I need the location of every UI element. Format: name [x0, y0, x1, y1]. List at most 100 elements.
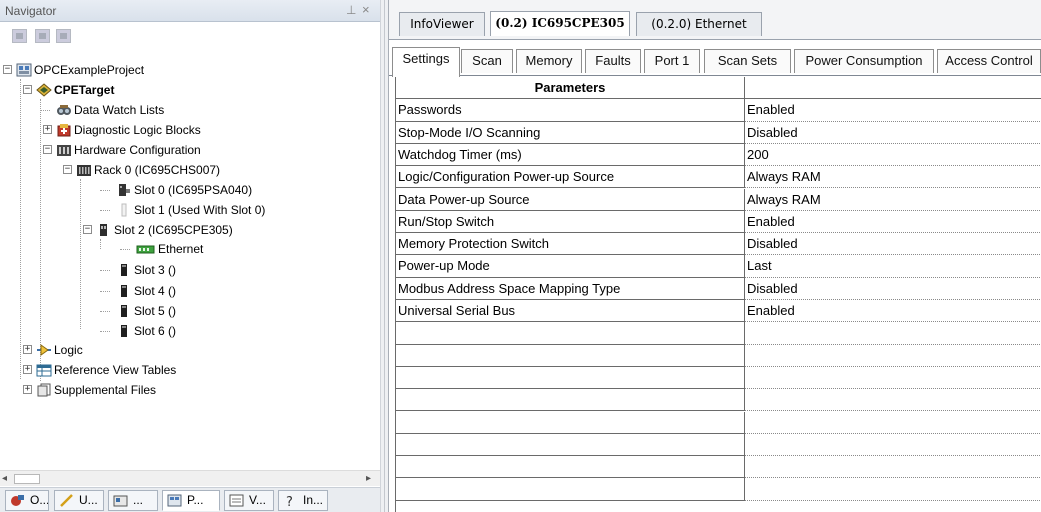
- parameter-value-cell[interactable]: [745, 322, 1041, 345]
- collapse-icon[interactable]: −: [3, 65, 12, 74]
- tab-settings[interactable]: Settings: [392, 47, 460, 77]
- parameters-grid: Parameters Passwords Enabled Stop-Mode I/O …: [395, 77, 1041, 512]
- tab-faults[interactable]: Faults: [585, 49, 641, 73]
- collapse-icon[interactable]: −: [63, 165, 72, 174]
- table-row[interactable]: [396, 322, 1041, 345]
- parameter-value-cell[interactable]: [745, 434, 1041, 457]
- table-row[interactable]: [396, 344, 1041, 367]
- table-row[interactable]: Logic/Configuration Power-up Source Alway…: [396, 166, 1041, 189]
- table-row[interactable]: Watchdog Timer (ms) 200: [396, 143, 1041, 167]
- navigator-tab-label: U...: [79, 493, 98, 507]
- parameter-value-cell[interactable]: Always RAM: [745, 166, 1041, 189]
- table-row[interactable]: [396, 366, 1041, 390]
- parameter-value-cell[interactable]: Always RAM: [745, 189, 1041, 211]
- tree-node-data-watch-lists[interactable]: Data Watch Lists: [0, 100, 380, 120]
- tree-node-rack-0-ic695chs007[interactable]: − Rack 0 (IC695CHS007): [0, 160, 380, 180]
- table-row[interactable]: [396, 433, 1041, 457]
- parameter-value-cell[interactable]: 200: [745, 144, 1041, 167]
- tree-node-supplemental-files[interactable]: + Supplemental Files: [0, 380, 380, 400]
- panel-splitter[interactable]: [380, 0, 389, 512]
- collapse-icon[interactable]: −: [23, 85, 32, 94]
- table-row[interactable]: Power-up Mode Last: [396, 255, 1041, 278]
- tree-node-slot-0-ic695psa040[interactable]: Slot 0 (IC695PSA040): [0, 180, 380, 200]
- navigator-bottom-tabs: O... U...... P... V...? In...: [0, 487, 380, 512]
- list-view-icon[interactable]: [35, 29, 50, 43]
- collapse-icon[interactable]: −: [43, 145, 52, 154]
- tree-node-slot-6[interactable]: Slot 6 (): [0, 321, 380, 341]
- scroll-left-icon[interactable]: ◂: [2, 473, 7, 484]
- pin-icon[interactable]: ⊥: [346, 3, 356, 17]
- tree-node-logic[interactable]: + Logic: [0, 340, 380, 360]
- tab-memory[interactable]: Memory: [516, 49, 582, 73]
- parameter-value-cell[interactable]: [745, 412, 1041, 434]
- expand-icon[interactable]: +: [23, 345, 32, 354]
- parameter-value-cell[interactable]: [745, 345, 1041, 367]
- parameter-value-cell[interactable]: [745, 389, 1041, 412]
- tree-node-diagnostic-logic-blocks[interactable]: + Diagnostic Logic Blocks: [0, 120, 380, 140]
- parameter-value-cell[interactable]: Disabled: [745, 278, 1041, 300]
- parameter-name-cell: [396, 322, 745, 345]
- grid-view-icon[interactable]: [12, 29, 27, 43]
- parameter-value-cell[interactable]: [745, 456, 1041, 479]
- parameter-value-cell[interactable]: Last: [745, 255, 1041, 278]
- parameter-value-cell[interactable]: Enabled: [745, 300, 1041, 323]
- tree-node-slot-5[interactable]: Slot 5 (): [0, 301, 380, 321]
- navigator-tab-label: P...: [187, 493, 204, 507]
- parameter-value-cell[interactable]: [745, 478, 1041, 501]
- tree-node-slot-2-ic695cpe305[interactable]: − Slot 2 (IC695CPE305): [0, 220, 380, 240]
- table-row[interactable]: [396, 389, 1041, 412]
- tree-connector-line: [100, 270, 110, 271]
- navigator-tab-variables[interactable]: V...: [224, 490, 274, 511]
- tree-node-hardware-configuration[interactable]: − Hardware Configuration: [0, 140, 380, 160]
- table-row[interactable]: Data Power-up Source Always RAM: [396, 188, 1041, 211]
- tree-node-slot-1-used-with-slot-0[interactable]: Slot 1 (Used With Slot 0): [0, 200, 380, 220]
- parameter-value-cell[interactable]: Enabled: [745, 99, 1041, 122]
- parameter-value-cell[interactable]: [745, 367, 1041, 390]
- table-row[interactable]: Memory Protection Switch Disabled: [396, 233, 1041, 256]
- collapse-icon[interactable]: −: [83, 225, 92, 234]
- parameter-value-cell[interactable]: Disabled: [745, 233, 1041, 256]
- expand-icon[interactable]: +: [43, 125, 52, 134]
- tab-port-1[interactable]: Port 1: [644, 49, 700, 73]
- parameter-name-cell: Watchdog Timer (ms): [396, 143, 745, 167]
- table-row[interactable]: Universal Serial Bus Enabled: [396, 300, 1041, 323]
- tab-scan-sets[interactable]: Scan Sets: [704, 49, 791, 73]
- expand-icon[interactable]: +: [23, 385, 32, 394]
- tree-node-cpetarget[interactable]: − CPETarget: [0, 80, 380, 100]
- close-icon[interactable]: ×: [362, 2, 370, 17]
- parameter-value-cell[interactable]: Disabled: [745, 122, 1041, 144]
- navigator-tab-info[interactable]: ? In...: [278, 490, 328, 511]
- tab-power-consumption[interactable]: Power Consumption: [794, 49, 934, 73]
- properties-view-icon[interactable]: [56, 29, 71, 43]
- navigator-tab-options[interactable]: O...: [5, 490, 49, 511]
- table-row[interactable]: [396, 456, 1041, 479]
- tree-node-reference-view-tables[interactable]: + Reference View Tables: [0, 360, 380, 380]
- tree-node-slot-3[interactable]: Slot 3 (): [0, 260, 380, 280]
- tree-node-label: OPCExampleProject: [34, 63, 145, 77]
- tab-access-control[interactable]: Access Control: [937, 49, 1041, 73]
- parameter-value-cell[interactable]: Enabled: [745, 211, 1041, 234]
- tree-node-ethernet[interactable]: Ethernet: [0, 239, 380, 259]
- navigator-tab-project-tab[interactable]: P...: [162, 490, 220, 511]
- navigator-tab-utilities[interactable]: U...: [54, 490, 104, 511]
- table-row[interactable]: Run/Stop Switch Enabled: [396, 210, 1041, 234]
- expand-icon[interactable]: +: [23, 365, 32, 374]
- document-tab-infoviewer[interactable]: InfoViewer: [399, 12, 485, 36]
- table-row[interactable]: [396, 411, 1041, 434]
- tab-scan[interactable]: Scan: [461, 49, 513, 73]
- table-row[interactable]: [396, 478, 1041, 501]
- cpu-module-icon: [96, 223, 112, 237]
- table-row[interactable]: Passwords Enabled: [396, 99, 1041, 122]
- table-row[interactable]: Stop-Mode I/O Scanning Disabled: [396, 121, 1041, 144]
- parameters-column-header: Parameters: [396, 77, 745, 100]
- navigator-tab-manager[interactable]: ...: [108, 490, 158, 511]
- document-tab-0-2-ic695cpe305[interactable]: (0.2) IC695CPE305: [490, 11, 630, 36]
- tree-node-opcexampleproject[interactable]: − OPCExampleProject: [0, 60, 380, 80]
- document-tab-0-2-0-ethernet[interactable]: (0.2.0) Ethernet: [636, 12, 762, 36]
- parameter-name-cell: Logic/Configuration Power-up Source: [396, 166, 745, 189]
- table-row[interactable]: Modbus Address Space Mapping Type Disable…: [396, 277, 1041, 300]
- tree-node-slot-4[interactable]: Slot 4 (): [0, 281, 380, 301]
- navigator-horizontal-scrollbar[interactable]: ◂ ▸: [0, 470, 380, 486]
- scroll-right-icon[interactable]: ▸: [366, 473, 371, 484]
- scroll-thumb[interactable]: [14, 474, 40, 484]
